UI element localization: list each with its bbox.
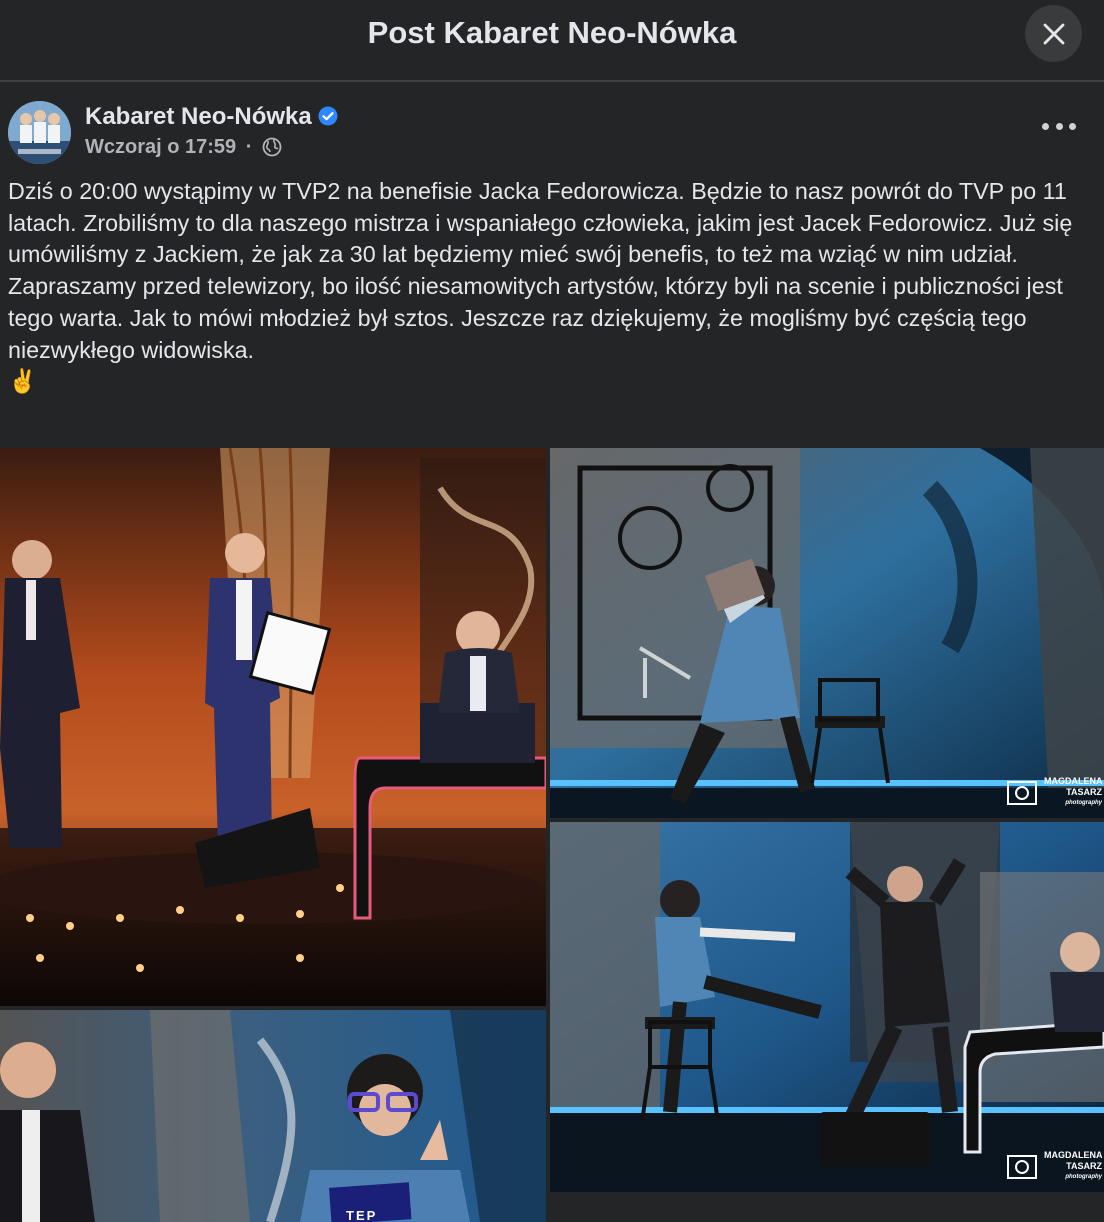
- post-meta: Wczoraj o 17:59 ·: [85, 136, 282, 163]
- post-header: Kabaret Neo-Nówka Wczoraj o 17:59 ·: [0, 83, 1104, 173]
- close-icon: [1043, 23, 1064, 44]
- page-name-row: Kabaret Neo-Nówka: [85, 103, 338, 133]
- page-name-link[interactable]: Kabaret Neo-Nówka: [85, 103, 312, 130]
- watermark-text: MAGDALENA TASARZ: [1044, 1150, 1103, 1171]
- watermark-text: MAGDALENA TASARZ: [1044, 776, 1103, 797]
- verified-badge-icon: [318, 105, 338, 133]
- post-photo-4[interactable]: TEP: [0, 1010, 546, 1222]
- watermark-sub: photography: [1065, 1174, 1102, 1180]
- photo-4-card-text: TEP: [346, 1208, 378, 1222]
- post-photo-1[interactable]: [0, 448, 546, 1006]
- photo-2-watermark: MAGDALENA TASARZ photography: [1044, 776, 1103, 809]
- post-message: Dziś o 20:00 wystąpimy w TVP2 na benefis…: [8, 176, 1098, 398]
- meta-separator: ·: [245, 136, 253, 158]
- dialog-header: Post Kabaret Neo-Nówka: [0, 0, 1104, 82]
- dialog-title: Post Kabaret Neo-Nówka: [367, 15, 737, 50]
- post-photo-3[interactable]: MAGDALENA TASARZ photography: [550, 822, 1104, 1192]
- close-button[interactable]: [1025, 5, 1082, 62]
- watermark-sub: photography: [1065, 800, 1102, 806]
- post-paragraph-2: Zapraszamy przed telewizory, bo ilość ni…: [8, 273, 1063, 363]
- photo-3-watermark: MAGDALENA TASARZ photography: [1044, 1150, 1103, 1183]
- post-emoji: ✌️: [8, 368, 38, 395]
- avatar[interactable]: [8, 101, 71, 164]
- globe-icon: [262, 137, 282, 163]
- post-timestamp[interactable]: Wczoraj o 17:59: [85, 136, 236, 158]
- post-paragraph-1: Dziś o 20:00 wystąpimy w TVP2 na benefis…: [8, 178, 1073, 268]
- more-options-icon[interactable]: [1042, 119, 1076, 133]
- post-photo-2[interactable]: MAGDALENA TASARZ photography: [550, 448, 1104, 818]
